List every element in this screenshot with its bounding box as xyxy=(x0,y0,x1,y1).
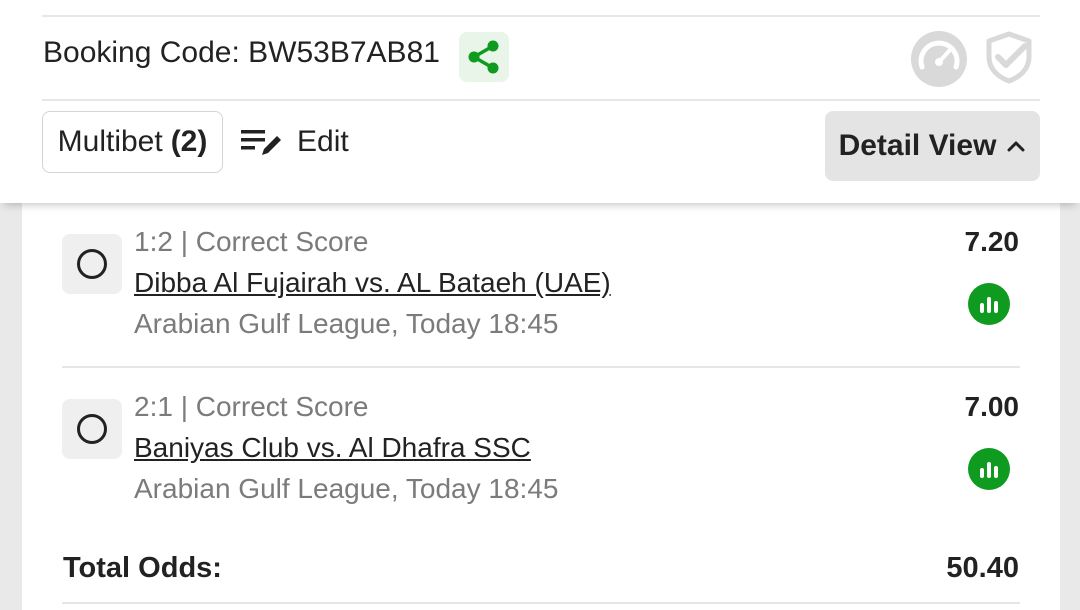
share-button[interactable] xyxy=(459,32,509,82)
bet-select-radio[interactable] xyxy=(62,399,122,459)
header-divider xyxy=(42,99,1040,101)
stats-icon[interactable] xyxy=(968,448,1010,490)
bet-league: Arabian Gulf League, Today 18:45 xyxy=(134,473,559,504)
bar-chart-icon xyxy=(980,462,998,478)
bet-league: Arabian Gulf League, Today 18:45 xyxy=(134,308,559,339)
multibet-count: (2) xyxy=(170,125,208,158)
speedometer-icon[interactable] xyxy=(910,30,968,88)
betslip-header: Booking Code: BW53B7AB81 Multibet (2) Ed… xyxy=(0,0,1080,203)
total-odds-value: 50.40 xyxy=(946,552,1019,584)
edit-button[interactable]: Edit xyxy=(240,120,349,164)
bet-odds: 7.00 xyxy=(964,391,1020,422)
bet-market: 1:2 | Correct Score xyxy=(134,226,369,257)
detail-view-label: Detail View xyxy=(838,129,997,162)
stats-icon[interactable] xyxy=(968,283,1010,325)
bet-match-link[interactable]: Dibba Al Fujairah vs. AL Bataeh (UAE) xyxy=(134,267,611,299)
bet-match-link[interactable]: Baniyas Club vs. Al Dhafra SSC xyxy=(134,432,531,464)
booking-code-value: BW53B7AB81 xyxy=(248,36,440,69)
top-divider xyxy=(42,15,1040,17)
bet-market: 2:1 | Correct Score xyxy=(134,391,369,422)
radio-circle-icon xyxy=(77,414,107,444)
detail-view-button[interactable]: Detail View xyxy=(825,111,1040,181)
edit-label: Edit xyxy=(297,125,349,158)
multibet-button[interactable]: Multibet (2) xyxy=(42,111,223,173)
edit-list-icon xyxy=(241,130,281,155)
radio-circle-icon xyxy=(77,249,107,279)
booking-code-label: Booking Code: xyxy=(43,36,240,69)
bar-chart-icon xyxy=(980,297,998,313)
shield-check-icon[interactable] xyxy=(982,30,1036,84)
booking-code: Booking Code: BW53B7AB81 xyxy=(43,36,440,70)
bet-odds: 7.20 xyxy=(964,226,1020,257)
multibet-label: Multibet xyxy=(57,125,163,158)
chevron-up-icon xyxy=(1007,141,1025,152)
share-icon xyxy=(468,40,499,74)
bet-divider xyxy=(62,366,1020,368)
total-odds-label: Total Odds: xyxy=(63,552,222,584)
bet-select-radio[interactable] xyxy=(62,234,122,294)
bottom-divider xyxy=(62,602,1020,604)
